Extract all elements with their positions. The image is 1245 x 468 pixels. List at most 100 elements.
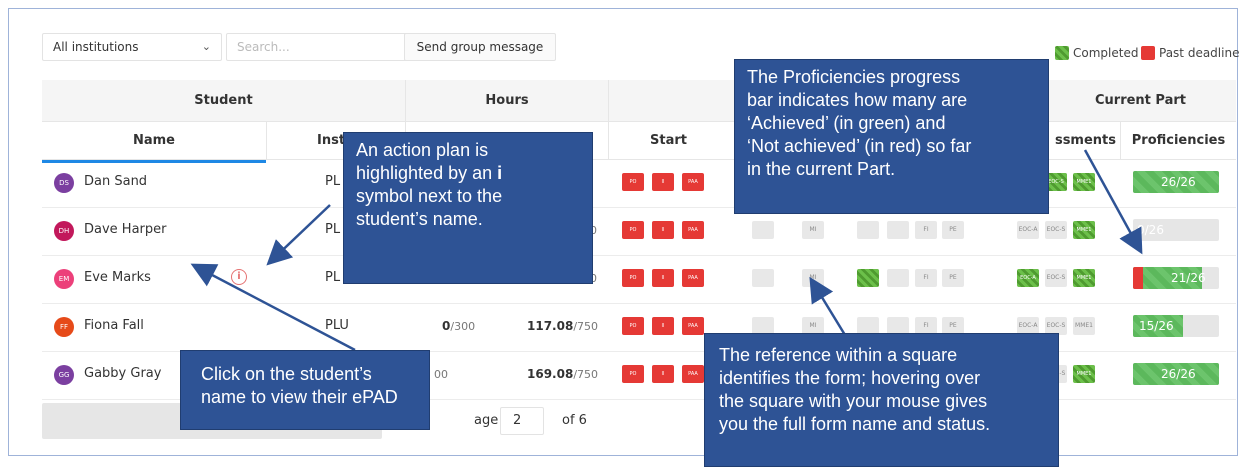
column-name-label: Name bbox=[132, 133, 175, 148]
hours-total-value: 169.08 bbox=[527, 367, 574, 381]
start-form-square[interactable]: PAA bbox=[682, 365, 704, 383]
hours-placement-total: 00 bbox=[434, 368, 448, 381]
callout-click-name-line1: Click on the student’s bbox=[201, 364, 372, 384]
form-square-mme1[interactable]: MME1 bbox=[1073, 317, 1095, 335]
start-form-square[interactable]: PO bbox=[622, 269, 644, 287]
page-count-label: of 6 bbox=[562, 413, 587, 428]
start-form-square[interactable]: II bbox=[652, 317, 674, 335]
hours-placement-cell: 0/300 bbox=[442, 319, 475, 333]
start-form-square[interactable]: II bbox=[652, 221, 674, 239]
form-square[interactable] bbox=[752, 269, 774, 287]
column-name[interactable]: Name bbox=[42, 122, 266, 163]
start-form-square[interactable]: PAA bbox=[682, 221, 704, 239]
proficiency-progress-bar: 26/26 bbox=[1133, 171, 1219, 193]
callout-proficiencies-line3: ‘Achieved’ (in green) and bbox=[747, 113, 946, 133]
info-icon[interactable]: i bbox=[231, 269, 247, 285]
start-form-square[interactable]: PAA bbox=[682, 317, 704, 335]
header-hours: Hours bbox=[405, 80, 608, 122]
proficiency-label: 15/26 bbox=[1139, 319, 1174, 333]
proficiency-progress-bar: 15/26 bbox=[1133, 315, 1219, 337]
student-name-link[interactable]: Dave Harper bbox=[84, 222, 166, 237]
form-square-mme1[interactable]: MME1 bbox=[1073, 173, 1095, 191]
form-square-mi[interactable]: MI bbox=[802, 221, 824, 239]
legend-past-deadline-label: Past deadline bbox=[1159, 46, 1240, 60]
proficiency-progress-bar: 0/26 bbox=[1133, 219, 1219, 241]
proficiency-progress-bar: 26/26 bbox=[1133, 363, 1219, 385]
callout-action-plan: An action plan is highlighted by an i sy… bbox=[343, 132, 593, 284]
form-square-eoc-a[interactable]: EOC-A bbox=[1017, 269, 1039, 287]
completed-swatch-icon bbox=[1055, 46, 1069, 60]
callout-reference-line1: The reference within a square bbox=[719, 345, 958, 365]
institution-cell: PL bbox=[325, 174, 341, 189]
column-proficiencies[interactable]: Proficiencies bbox=[1120, 122, 1236, 160]
form-square-mme1[interactable]: MME1 bbox=[1073, 221, 1095, 239]
hours-total-value: 117.08 bbox=[527, 319, 574, 333]
institution-cell: PL bbox=[325, 222, 341, 237]
proficiency-progress-bar: 21/26 bbox=[1133, 267, 1219, 289]
chevron-down-icon: ⌄ bbox=[201, 40, 211, 53]
avatar: GG bbox=[54, 365, 74, 385]
form-square-fi[interactable]: FI bbox=[915, 221, 937, 239]
avatar: DS bbox=[54, 173, 74, 193]
avatar: EM bbox=[54, 269, 74, 289]
form-square-eoc-s[interactable]: EOC-S bbox=[1045, 221, 1067, 239]
form-square-eoc-s[interactable]: EOC-S bbox=[1045, 269, 1067, 287]
form-square-mi[interactable]: MI bbox=[802, 269, 824, 287]
start-form-square[interactable]: PO bbox=[622, 221, 644, 239]
table-row: EM Eve Marks i PL 0 PO II PAA MI FI PE EOC-A EOC-S MM… bbox=[42, 256, 1236, 304]
form-square-fi[interactable]: FI bbox=[915, 269, 937, 287]
proficiency-label: 26/26 bbox=[1161, 367, 1196, 381]
callout-action-plan-line2: highlighted by an bbox=[356, 163, 498, 183]
student-name-link[interactable]: Dan Sand bbox=[84, 174, 147, 189]
form-square[interactable] bbox=[887, 221, 909, 239]
callout-action-plan-line4: student’s name. bbox=[356, 209, 483, 229]
start-form-square[interactable]: PO bbox=[622, 365, 644, 383]
institution-cell: PL bbox=[325, 270, 341, 285]
hours-placement-cell: 00 bbox=[434, 367, 448, 381]
page-label: age bbox=[474, 413, 499, 428]
start-form-square[interactable]: PO bbox=[622, 173, 644, 191]
start-form-square[interactable]: PO bbox=[622, 317, 644, 335]
callout-proficiencies-line1: The Proficiencies progress bbox=[747, 67, 961, 87]
form-square-pe[interactable]: PE bbox=[942, 269, 964, 287]
form-square-mme1[interactable]: MME1 bbox=[1073, 269, 1095, 287]
callout-click-name-line2: name to view their ePAD bbox=[201, 387, 398, 407]
table-row: DSDan SandPLPOIIPAAMIFIPEEOC-AEOC-SMME12… bbox=[42, 160, 1236, 208]
institution-select[interactable]: All institutions ⌄ bbox=[42, 33, 222, 61]
avatar: FF bbox=[54, 317, 74, 337]
form-square[interactable] bbox=[752, 221, 774, 239]
callout-action-plan-line1: An action plan is bbox=[356, 140, 489, 160]
callout-reference-line3: the square with your mouse gives bbox=[719, 391, 988, 411]
legend-completed: Completed bbox=[1055, 46, 1138, 60]
start-form-square[interactable]: II bbox=[652, 365, 674, 383]
form-square-pe[interactable]: PE bbox=[942, 221, 964, 239]
callout-proficiencies-line2: bar indicates how many are bbox=[747, 90, 968, 110]
proficiency-label: 21/26 bbox=[1171, 271, 1206, 285]
column-start[interactable]: Start bbox=[608, 122, 728, 160]
callout-reference-line4: you the full form name and status. bbox=[719, 414, 991, 434]
table-row: DH Dave Harper PL 0 PO II PAA MI FI PE EOC-A EOC-S M… bbox=[42, 208, 1236, 256]
form-square-mme1[interactable]: MME1 bbox=[1073, 365, 1095, 383]
send-group-message-button[interactable]: Send group message bbox=[404, 33, 556, 61]
form-square[interactable] bbox=[857, 269, 879, 287]
student-name-link[interactable]: Gabby Gray bbox=[84, 366, 161, 381]
start-form-square[interactable]: II bbox=[652, 173, 674, 191]
start-form-square[interactable]: PAA bbox=[682, 269, 704, 287]
form-square[interactable] bbox=[887, 269, 909, 287]
callout-action-plan-line3: symbol next to the bbox=[356, 186, 503, 206]
hours-total-total: /750 bbox=[573, 368, 599, 381]
start-form-square[interactable]: PAA bbox=[682, 173, 704, 191]
avatar: DH bbox=[54, 221, 74, 241]
search-input[interactable]: Search... bbox=[226, 33, 428, 61]
search-placeholder: Search... bbox=[237, 40, 290, 54]
student-name-link[interactable]: Fiona Fall bbox=[84, 318, 144, 333]
student-name-link[interactable]: Eve Marks bbox=[84, 270, 151, 285]
page-number-input[interactable]: 2 bbox=[500, 407, 544, 435]
callout-action-plan-i: i bbox=[497, 163, 503, 183]
hours-total-cell: 169.08/750 bbox=[527, 367, 598, 381]
hours-placement-total: /300 bbox=[450, 320, 476, 333]
start-form-square[interactable]: II bbox=[652, 269, 674, 287]
form-square-eoc-a[interactable]: EOC-A bbox=[1017, 221, 1039, 239]
legend-past-deadline: Past deadline bbox=[1141, 46, 1239, 60]
form-square[interactable] bbox=[857, 221, 879, 239]
